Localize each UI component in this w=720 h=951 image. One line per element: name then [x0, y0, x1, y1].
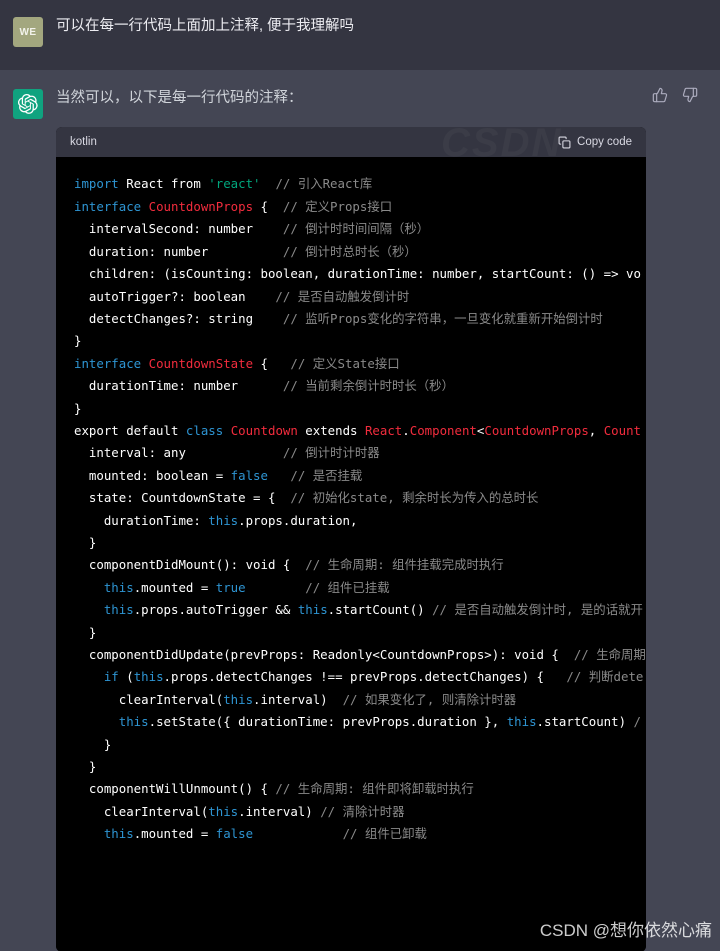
copy-code-label: Copy code: [577, 136, 632, 149]
code-line: }: [74, 333, 82, 349]
openai-logo-icon: [18, 94, 38, 114]
code-line: if (this.props.detectChanges !== prevPro…: [103, 669, 644, 685]
code-line: durationTime: this.props.duration,: [103, 512, 358, 528]
code-line: }: [74, 400, 82, 416]
copy-code-button[interactable]: Copy code: [558, 136, 632, 149]
chat-page: WE 可以在每一行代码上面加上注释, 便于我理解吗 当然可以，以下是每一行代码的…: [0, 0, 720, 951]
code-line: import React from 'react' // 引入React库: [74, 176, 373, 192]
code-block-header: CSDN kotlin Copy code: [56, 127, 646, 158]
code-line: children: (isCounting: boolean, duration…: [88, 266, 641, 282]
code-block-body[interactable]: import React from 'react' // 引入React库 int…: [56, 157, 646, 951]
code-content: import React from 'react' // 引入React库 int…: [56, 173, 646, 845]
thumbs-down-icon[interactable]: [682, 87, 698, 103]
assistant-message-text: 当然可以，以下是每一行代码的注释：: [56, 90, 303, 106]
code-line: state: CountdownState = { // 初始化state, 剩…: [88, 490, 539, 506]
header-watermark-text: CSDN: [441, 127, 562, 157]
avatar: WE: [13, 17, 43, 47]
code-line: }: [88, 759, 97, 775]
code-line: interface CountdownState { // 定义State接口: [74, 355, 400, 371]
code-line: intervalSecond: number // 倒计时时间间隔（秒）: [88, 221, 430, 237]
code-line: componentWillUnmount() { // 生命周期: 组件即将卸载…: [88, 781, 474, 797]
code-line: this.mounted = false // 组件已卸载: [103, 826, 427, 842]
code-line: this.setState({ durationTime: prevProps.…: [118, 714, 641, 730]
assistant-message-body: 当然可以，以下是每一行代码的注释： CSDN kotlin Copy code: [56, 87, 720, 951]
code-line: }: [88, 534, 97, 550]
code-line: this.mounted = true // 组件已挂载: [103, 579, 390, 595]
code-line: durationTime: number // 当前剩余倒计时时长（秒）: [88, 378, 454, 394]
user-message-body: 可以在每一行代码上面加上注释, 便于我理解吗: [56, 15, 720, 37]
user-avatar-container: WE: [0, 15, 56, 47]
user-message-row: WE 可以在每一行代码上面加上注释, 便于我理解吗: [0, 0, 720, 70]
code-line: componentDidUpdate(prevProps: Readonly<C…: [88, 647, 646, 662]
assistant-message-row: 当然可以，以下是每一行代码的注释： CSDN kotlin Copy code: [0, 70, 720, 951]
code-line: duration: number // 倒计时总时长（秒）: [88, 243, 417, 259]
code-line: interface CountdownProps { // 定义Props接口: [74, 198, 393, 214]
clipboard-icon: [558, 136, 571, 149]
code-line: this.props.autoTrigger && this.startCoun…: [103, 602, 643, 618]
avatar: [13, 89, 43, 119]
code-line: }: [103, 736, 112, 752]
user-message-text: 可以在每一行代码上面加上注释, 便于我理解吗: [56, 18, 355, 34]
code-line: clearInterval(this.interval) // 清除计时器: [103, 803, 405, 819]
code-line: export default class Countdown extends R…: [74, 422, 642, 438]
code-line: componentDidMount(): void { // 生命周期: 组件挂…: [88, 557, 504, 573]
code-line: }: [88, 624, 97, 640]
assistant-avatar-container: [0, 87, 56, 119]
code-line: mounted: boolean = false // 是否挂载: [88, 467, 363, 483]
code-language-label: kotlin: [70, 136, 97, 149]
code-line: autoTrigger?: boolean // 是否自动触发倒计时: [88, 288, 410, 304]
thumbs-up-icon[interactable]: [652, 87, 668, 103]
code-line: interval: any // 倒计时计时器: [88, 445, 380, 461]
code-block: CSDN kotlin Copy code import React from …: [56, 127, 646, 951]
code-line: detectChanges?: string // 监听Props变化的字符串，…: [88, 310, 603, 326]
feedback-buttons: [652, 87, 698, 103]
code-line: clearInterval(this.interval) // 如果变化了, 则…: [118, 691, 517, 707]
